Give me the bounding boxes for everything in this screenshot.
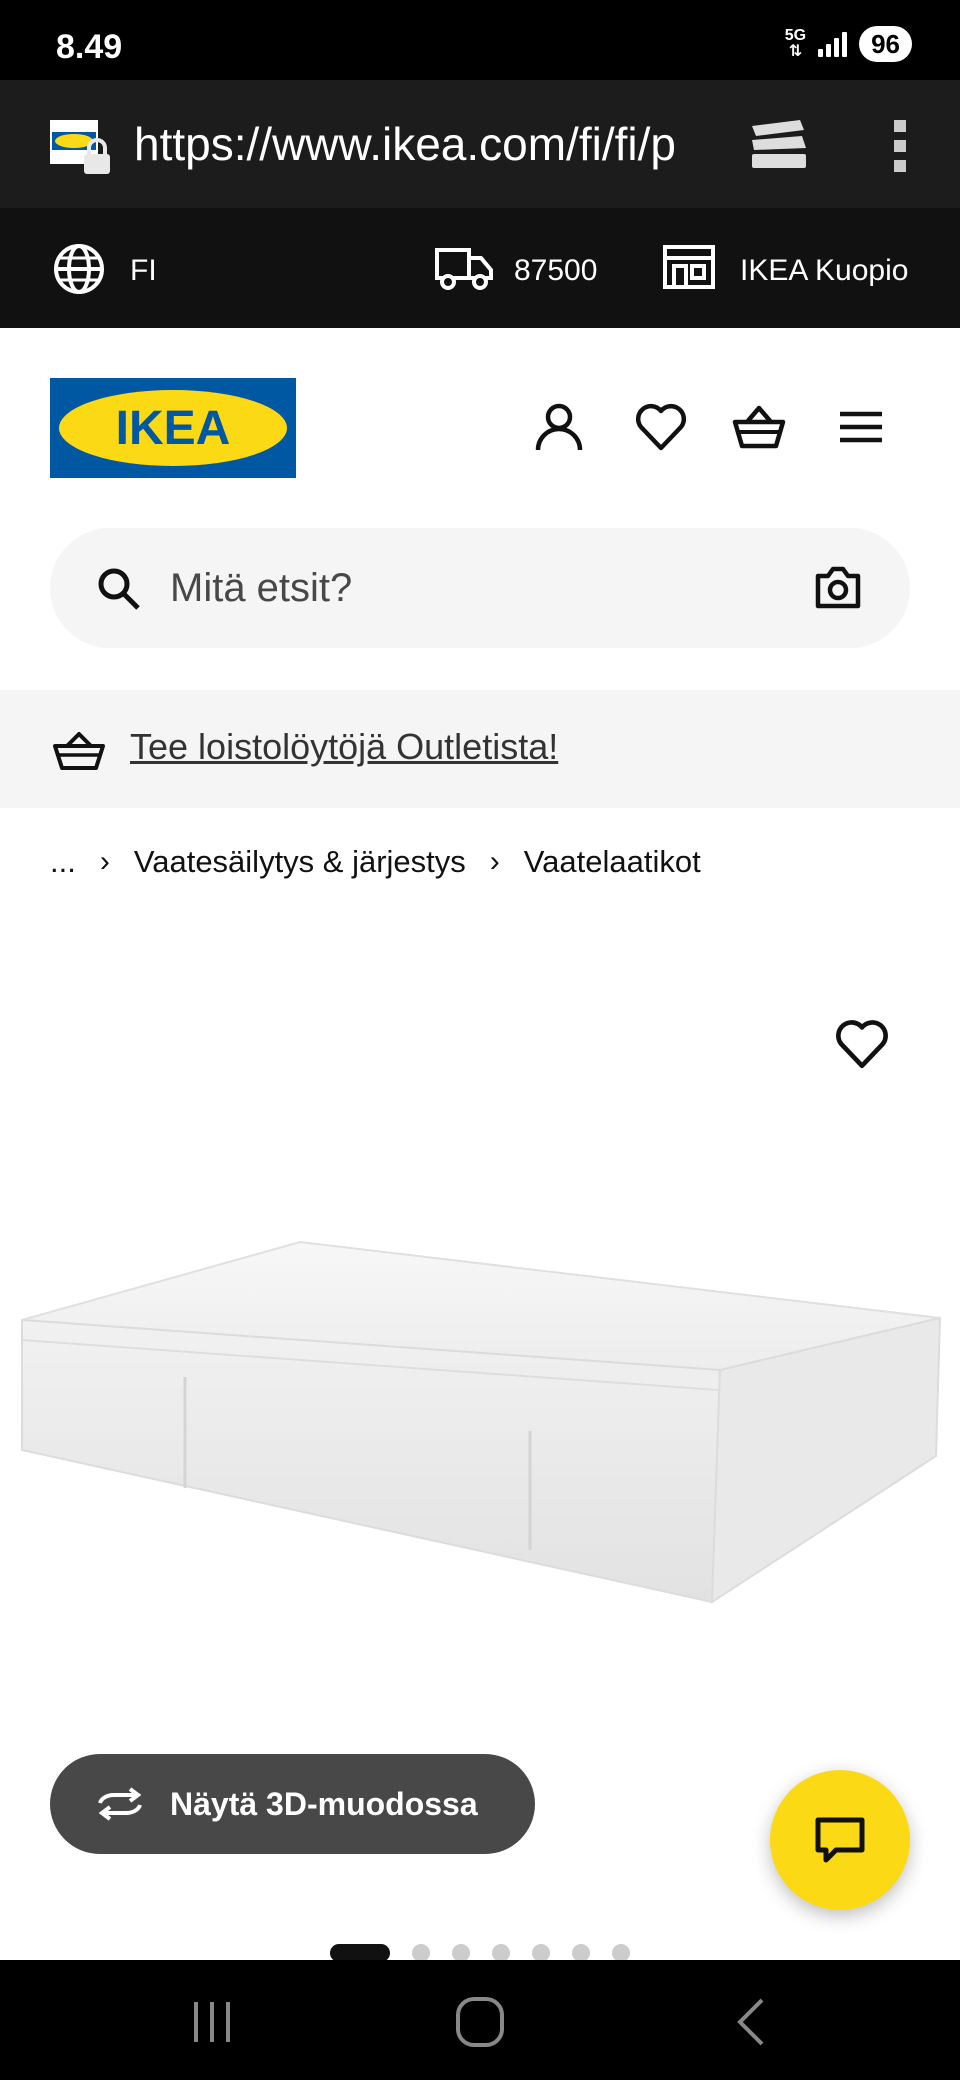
breadcrumb-item[interactable]: Vaatesäilytys & järjestys — [134, 844, 466, 880]
breadcrumb-ellipsis[interactable]: ... — [50, 844, 76, 880]
view-in-3d-button[interactable]: Näytä 3D-muodossa — [50, 1754, 535, 1854]
store-name[interactable]: IKEA Kuopio — [740, 254, 908, 288]
language-selector[interactable]: FI — [130, 254, 157, 288]
browser-url-bar: https://www.ikea.com/fi/fi/p — [0, 80, 960, 208]
shopping-basket-icon — [53, 732, 105, 770]
search-bar[interactable] — [50, 528, 910, 648]
shopping-basket-icon[interactable] — [732, 400, 786, 454]
location-bar: FI 87500 IKEA Kuopio — [0, 208, 960, 328]
delivery-truck-icon[interactable] — [434, 244, 494, 292]
site-lock-icon[interactable] — [50, 120, 114, 174]
home-icon[interactable] — [450, 1996, 510, 2048]
system-navigation-bar — [0, 1960, 960, 2080]
network-type: 5G — [784, 27, 807, 44]
view-in-3d-label: Näytä 3D-muodossa — [170, 1785, 478, 1822]
status-time: 8.49 — [56, 28, 123, 66]
product-image[interactable] — [0, 1220, 960, 1640]
network-5g-icon: 5G ⇅ — [784, 27, 807, 60]
search-icon — [98, 568, 140, 610]
breadcrumb-item[interactable]: Vaatelaatikot — [524, 844, 701, 880]
chat-button[interactable] — [770, 1770, 910, 1910]
add-to-favourites-heart-icon[interactable] — [834, 1016, 890, 1072]
postal-code[interactable]: 87500 — [514, 254, 597, 288]
store-icon[interactable] — [662, 244, 716, 290]
search-input[interactable] — [170, 558, 730, 618]
ikea-logo[interactable]: IKEA — [50, 378, 296, 478]
signal-icon — [818, 31, 848, 57]
globe-icon[interactable] — [52, 242, 106, 296]
status-indicators: 5G ⇅ 96 — [785, 26, 912, 62]
status-bar: 8.49 5G ⇅ 96 — [0, 0, 960, 80]
chevron-right-icon: › — [99, 845, 110, 878]
url-field[interactable]: https://www.ikea.com/fi/fi/p — [134, 116, 694, 172]
recent-apps-icon[interactable] — [182, 1996, 242, 2048]
camera-search-icon[interactable] — [814, 564, 862, 610]
chevron-right-icon: › — [489, 845, 500, 878]
tabs-icon[interactable] — [748, 116, 810, 172]
profile-icon[interactable] — [532, 400, 586, 454]
more-vertical-icon[interactable] — [888, 116, 912, 176]
outlet-promo-banner: Tee loistolöytöjä Outletista! — [0, 690, 960, 808]
wishlist-heart-icon[interactable] — [634, 400, 688, 454]
battery-level: 96 — [859, 26, 912, 62]
menu-icon[interactable] — [834, 400, 888, 454]
rotate-3d-icon — [98, 1787, 142, 1821]
outlet-promo-link[interactable]: Tee loistolöytöjä Outletista! — [130, 726, 558, 768]
logo-text: IKEA — [116, 402, 231, 455]
chat-bubble-icon — [815, 1817, 865, 1863]
breadcrumb: ... › Vaatesäilytys & järjestys › Vaatel… — [50, 844, 701, 880]
back-icon[interactable] — [720, 1996, 780, 2048]
